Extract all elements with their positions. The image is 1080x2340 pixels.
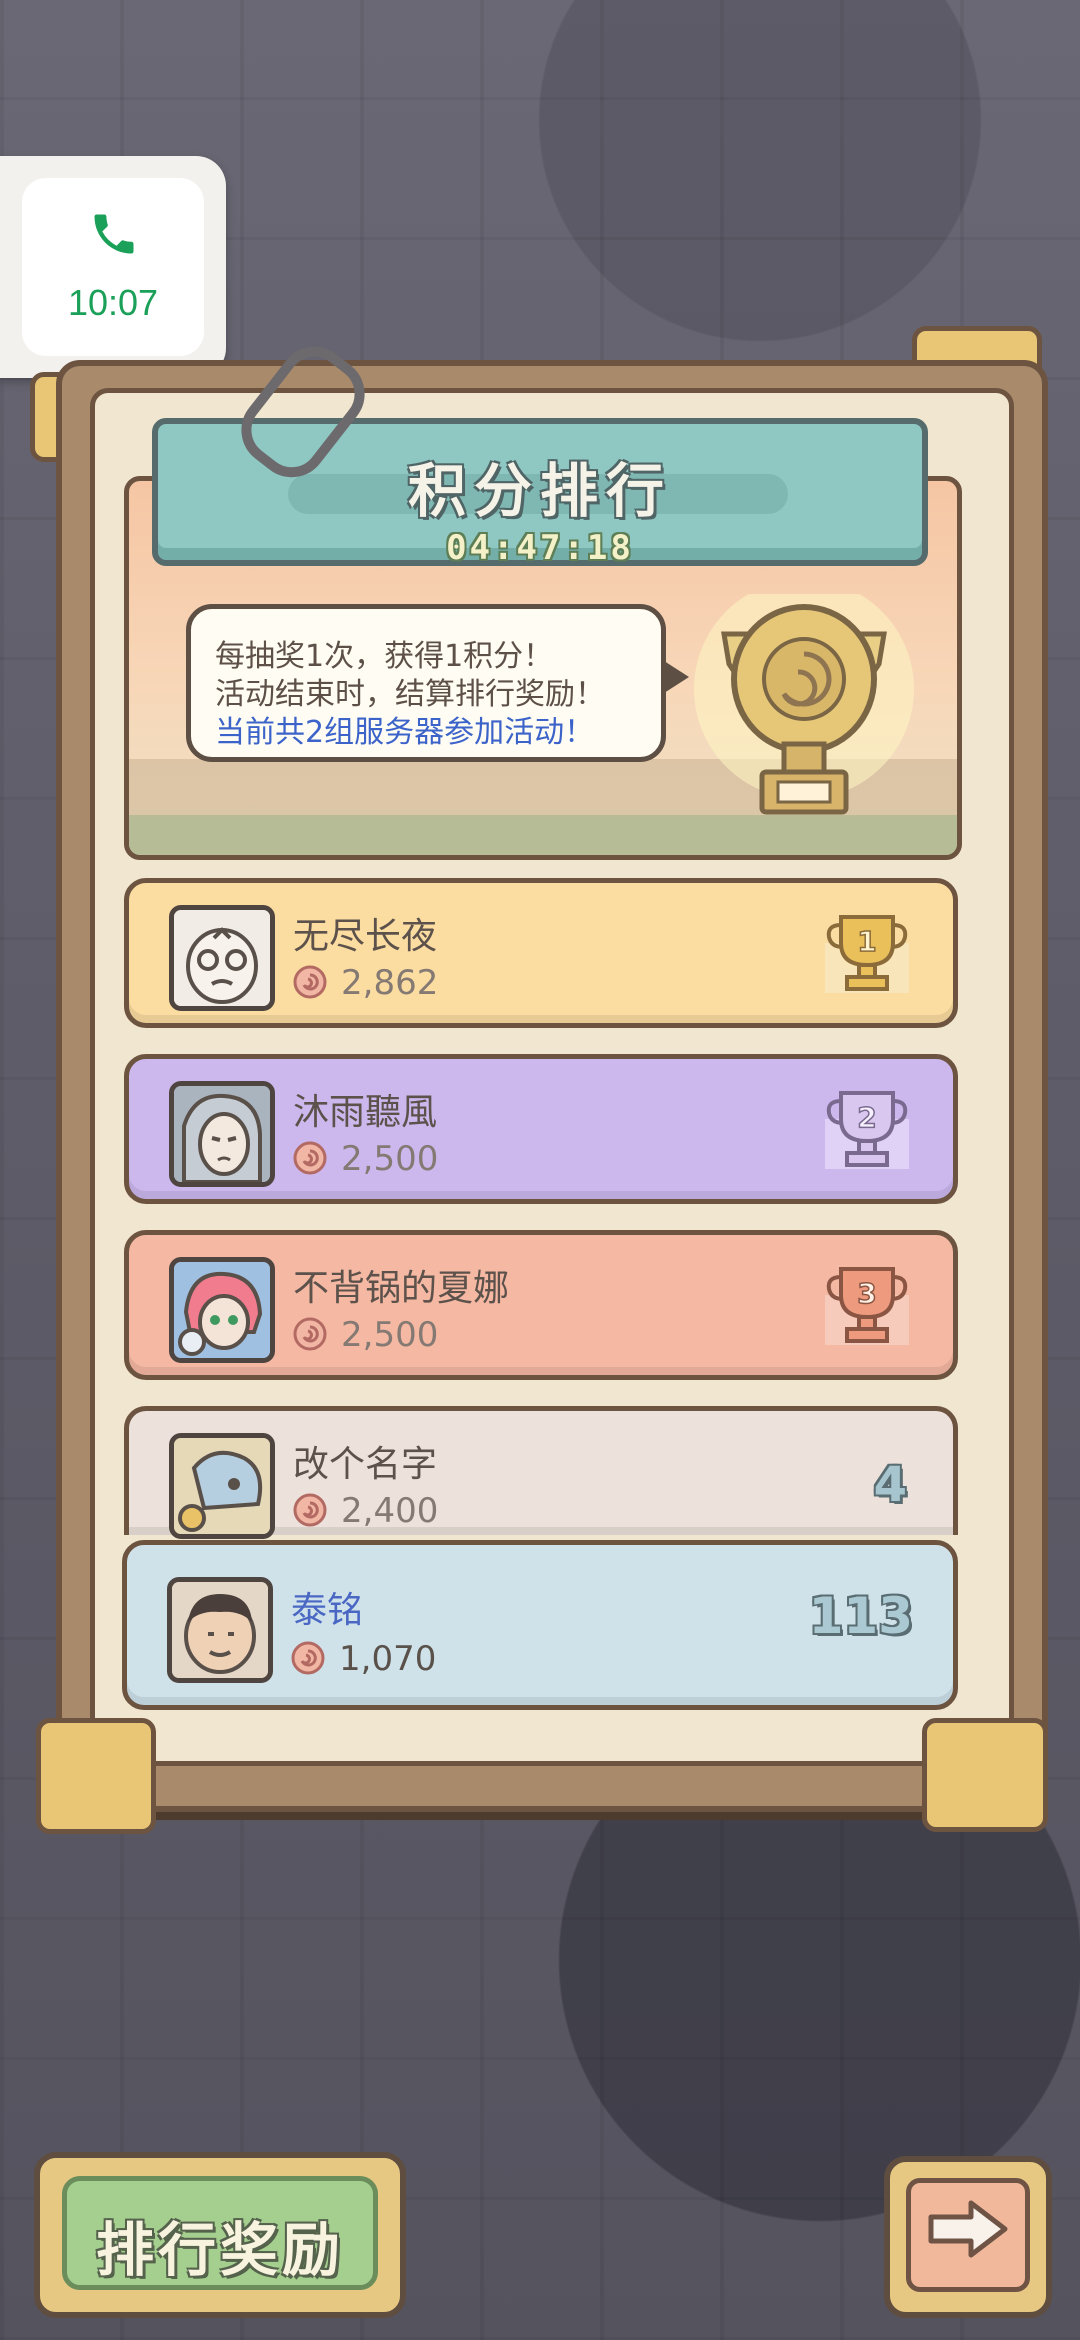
player-avatar-icon	[174, 910, 270, 1006]
player-avatar-icon	[172, 1582, 268, 1678]
countdown-timer: 04:47:18	[446, 528, 634, 568]
avatar[interactable]	[169, 1257, 275, 1363]
avatar[interactable]	[169, 1433, 275, 1539]
player-avatar-icon	[174, 1086, 270, 1182]
points-swirl-icon	[291, 1641, 325, 1675]
points-swirl-icon	[293, 1493, 327, 1527]
player-name: 无尽长夜	[293, 916, 438, 957]
next-button[interactable]	[884, 2156, 1052, 2318]
player-avatar-icon	[174, 1262, 270, 1358]
player-name: 沐雨聽風	[293, 1092, 438, 1133]
bronze-trophy-icon: 3	[825, 1267, 909, 1345]
player-name: 不背锅的夏娜	[293, 1268, 510, 1309]
silver-trophy-icon: 2	[825, 1091, 909, 1169]
leaderboard-row[interactable]: 沐雨聽風 2,500 2	[124, 1054, 958, 1204]
rank-rewards-button-face[interactable]: 排行奖励	[62, 2176, 378, 2290]
frame-corner-bottom-left	[36, 1718, 156, 1834]
info-speech-bubble: 每抽奖1次，获得1积分！ 活动结束时，结算排行奖励！ 当前共2组服务器参加活动！	[186, 604, 689, 762]
points-swirl-icon	[293, 965, 327, 999]
points-swirl-icon	[293, 1141, 327, 1175]
score-value: 2,400	[341, 1491, 439, 1531]
avatar[interactable]	[169, 1081, 275, 1187]
phone-icon	[94, 214, 134, 254]
score-value: 2,500	[341, 1139, 439, 1179]
score-value: 1,070	[339, 1639, 437, 1679]
ongoing-call-chip[interactable]: 10:07	[0, 156, 226, 378]
leaderboard-row[interactable]: 无尽长夜 2,862 1	[124, 878, 958, 1028]
score-value: 2,500	[341, 1315, 439, 1355]
player-name: 泰铭	[291, 1590, 364, 1631]
info-line-3: 当前共2组服务器参加活动！	[215, 715, 595, 750]
player-avatar-icon	[174, 1438, 270, 1534]
avatar[interactable]	[167, 1577, 273, 1683]
rank-number: 4	[873, 1457, 907, 1513]
frame-corner-bottom-right	[922, 1718, 1048, 1832]
rank-number: 3	[857, 1277, 876, 1310]
gold-trophy-icon: 1	[825, 915, 909, 993]
rank-number: 2	[857, 1101, 876, 1134]
leaderboard-row[interactable]: 改个名字 2,400 4	[124, 1406, 958, 1539]
leaderboard-row[interactable]: 不背锅的夏娜 2,500 3	[124, 1230, 958, 1380]
rank-rewards-label: 排行奖励	[95, 2216, 344, 2284]
score-value: 2,862	[341, 963, 439, 1003]
next-button-face[interactable]	[906, 2178, 1030, 2292]
avatar[interactable]	[169, 905, 275, 1011]
rank-rewards-button[interactable]: 排行奖励	[34, 2152, 406, 2318]
trophy-illustration-icon	[694, 594, 914, 815]
ongoing-call-card[interactable]: 10:07	[22, 178, 204, 356]
arrow-right-icon	[928, 2200, 1008, 2258]
player-name: 改个名字	[293, 1444, 438, 1485]
points-swirl-icon	[293, 1317, 327, 1351]
rank-number: 1	[857, 925, 876, 958]
rank-number: 113	[808, 1587, 913, 1645]
my-rank-row[interactable]: 泰铭 1,070 113	[122, 1540, 958, 1710]
call-duration: 10:07	[67, 282, 159, 323]
